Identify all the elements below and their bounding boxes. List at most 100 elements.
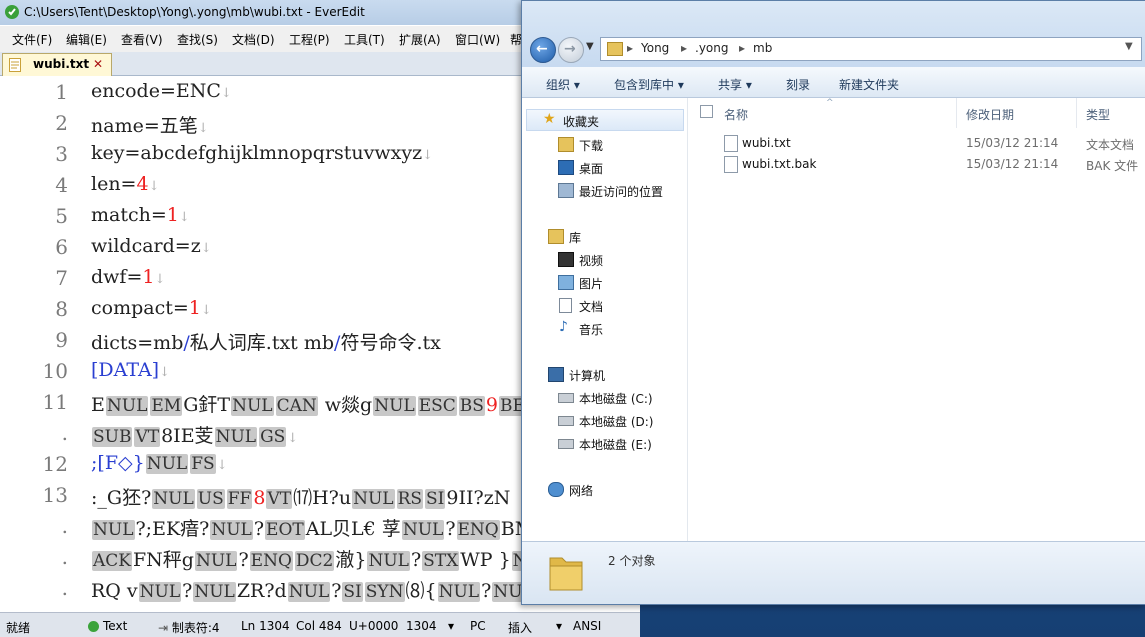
desktop-icon xyxy=(558,160,574,175)
menu-project[interactable]: 工程(P) xyxy=(289,31,330,48)
code-line: len=4↓ xyxy=(91,173,160,195)
line-number: 7 xyxy=(55,266,68,290)
navigation-pane: ★ 收藏夹 下载 桌面 最近访问的位置 库 视频 图片 文档 ♪ 音乐 计算机 … xyxy=(522,98,688,541)
select-all-checkbox[interactable] xyxy=(700,105,713,118)
close-icon[interactable]: ✕ xyxy=(93,57,103,71)
nav-downloads[interactable]: 下载 xyxy=(522,134,682,154)
nav-drive-c[interactable]: 本地磁盘 (C:) xyxy=(522,387,682,407)
include-in-library-button[interactable]: 包含到库中 ▾ xyxy=(614,76,684,93)
code-line: dicts=mb/私人词库.txt mb/符号命令.tx xyxy=(91,332,441,354)
breadcrumb-dot-yong[interactable]: .yong xyxy=(695,41,728,55)
menu-extensions[interactable]: 扩展(A) xyxy=(399,31,441,48)
share-button[interactable]: 共享 ▾ xyxy=(718,76,752,93)
column-name[interactable]: 名称 xyxy=(724,106,748,123)
breadcrumb-separator-icon: ▸ xyxy=(627,41,634,55)
everedit-app-icon xyxy=(5,5,19,19)
breadcrumb-yong[interactable]: Yong xyxy=(641,41,669,55)
status-number: 1304 xyxy=(406,619,437,633)
code-line: key=abcdefghijklmnopqrstuvwxyz↓ xyxy=(91,142,434,164)
menu-view[interactable]: 查看(V) xyxy=(121,31,163,48)
music-note-icon: ♪ xyxy=(559,319,568,335)
breadcrumb-separator-icon: ▸ xyxy=(681,41,688,55)
status-eol[interactable]: PC xyxy=(470,619,486,633)
sort-caret-icon: ^ xyxy=(826,98,834,108)
nav-videos[interactable]: 视频 xyxy=(522,249,682,269)
nav-recent-places[interactable]: 最近访问的位置 xyxy=(522,180,682,200)
hard-drive-icon xyxy=(558,393,574,403)
status-tab-size[interactable]: ⇥ 制表符:4 xyxy=(158,619,220,636)
address-dropdown-icon[interactable]: ▼ xyxy=(1125,41,1133,52)
recent-pages-chevron-icon[interactable]: ▼ xyxy=(586,41,594,52)
column-divider[interactable] xyxy=(956,98,957,128)
window-title: C:\Users\Tent\Desktop\Yong\.yong\mb\wubi… xyxy=(24,5,365,19)
tab-icon: ⇥ xyxy=(158,621,172,635)
status-doc-type[interactable]: Text xyxy=(88,619,127,633)
chevron-down-icon[interactable]: ▾ xyxy=(448,619,454,633)
document-icon xyxy=(559,298,572,313)
nav-documents[interactable]: 文档 xyxy=(522,295,682,315)
line-number: 10 xyxy=(42,359,68,383)
status-insert-mode[interactable]: 插入 xyxy=(508,619,532,636)
line-number: 12 xyxy=(42,452,68,476)
nav-drive-e[interactable]: 本地磁盘 (E:) xyxy=(522,433,682,453)
hard-drive-icon xyxy=(558,439,574,449)
code-line: dwf=1↓ xyxy=(91,266,166,288)
line-number: 1 xyxy=(55,80,68,104)
organize-button[interactable]: 组织 ▾ xyxy=(546,76,580,93)
menu-edit[interactable]: 编辑(E) xyxy=(66,31,107,48)
back-button[interactable]: ← xyxy=(530,37,556,63)
code-line: RQ v NUL? NUL ZR?d NUL? SI SYN ⑻{NUL? NUL xyxy=(91,580,535,602)
folder-icon xyxy=(549,557,583,591)
hard-drive-icon xyxy=(558,416,574,426)
code-line: match=1↓ xyxy=(91,204,190,226)
nav-pictures[interactable]: 图片 xyxy=(522,272,682,292)
nav-libraries[interactable]: 库 xyxy=(522,226,682,246)
line-number: 4 xyxy=(55,173,68,197)
file-row[interactable]: wubi.txt 15/03/12 21:14 文本文档 xyxy=(688,133,1145,153)
nav-favorites[interactable]: ★ 收藏夹 xyxy=(526,109,684,131)
arrow-left-icon: ← xyxy=(536,41,548,57)
menu-tools[interactable]: 工具(T) xyxy=(344,31,385,48)
file-row[interactable]: wubi.txt.bak 15/03/12 21:14 BAK 文件 xyxy=(688,154,1145,174)
text-file-icon xyxy=(724,135,738,152)
line-number: 11 xyxy=(42,390,68,414)
status-bar: 就绪 Text ⇥ 制表符:4 Ln 1304 Col 484 U+0000 1… xyxy=(0,612,640,637)
text-type-icon xyxy=(88,621,99,632)
chevron-down-icon[interactable]: ▾ xyxy=(556,619,562,633)
explorer-window: ← → ▼ ▸ Yong ▸ .yong ▸ mb ▼ 组织 ▾ 包含到库中 ▾… xyxy=(521,0,1145,605)
library-icon xyxy=(548,229,564,244)
text-file-icon xyxy=(9,58,21,72)
code-line: ACKFN秤gNUL?ENQDC2澈}NUL?STXWP }N xyxy=(91,545,530,576)
menu-file[interactable]: 文件(F) xyxy=(12,31,52,48)
explorer-nav-bar: ← → ▼ ▸ Yong ▸ .yong ▸ mb ▼ xyxy=(522,1,1145,67)
column-type[interactable]: 类型 xyxy=(1086,106,1110,123)
burn-button[interactable]: 刻录 xyxy=(786,76,810,93)
folder-icon xyxy=(607,42,623,56)
downloads-folder-icon xyxy=(558,137,574,152)
code-line: wildcard=z↓ xyxy=(91,235,212,257)
nav-network[interactable]: 网络 xyxy=(522,479,682,499)
breadcrumb-mb[interactable]: mb xyxy=(753,41,772,55)
menu-find[interactable]: 查找(S) xyxy=(177,31,218,48)
line-number: 3 xyxy=(55,142,68,166)
network-icon xyxy=(548,482,564,497)
column-date-modified[interactable]: 修改日期 xyxy=(966,106,1014,123)
breadcrumb-separator-icon: ▸ xyxy=(739,41,746,55)
menu-document[interactable]: 文档(D) xyxy=(232,31,275,48)
line-number: 2 xyxy=(55,111,68,135)
menu-window[interactable]: 窗口(W) xyxy=(455,31,500,48)
tab-wubi-txt[interactable]: wubi.txt ✕ xyxy=(2,53,112,76)
picture-icon xyxy=(558,275,574,290)
generic-file-icon xyxy=(724,156,738,173)
code-line: SUB VT 8IE芰 NUL GS ↓ xyxy=(92,425,299,447)
star-icon: ★ xyxy=(543,111,556,127)
address-bar[interactable]: ▸ Yong ▸ .yong ▸ mb ▼ xyxy=(600,37,1142,61)
nav-drive-d[interactable]: 本地磁盘 (D:) xyxy=(522,410,682,430)
nav-music[interactable]: ♪ 音乐 xyxy=(522,318,682,338)
forward-button[interactable]: → xyxy=(558,37,584,63)
nav-computer[interactable]: 计算机 xyxy=(522,364,682,384)
status-encoding[interactable]: ANSI xyxy=(573,619,601,633)
new-folder-button[interactable]: 新建文件夹 xyxy=(839,76,899,93)
column-divider[interactable] xyxy=(1076,98,1077,128)
nav-desktop[interactable]: 桌面 xyxy=(522,157,682,177)
